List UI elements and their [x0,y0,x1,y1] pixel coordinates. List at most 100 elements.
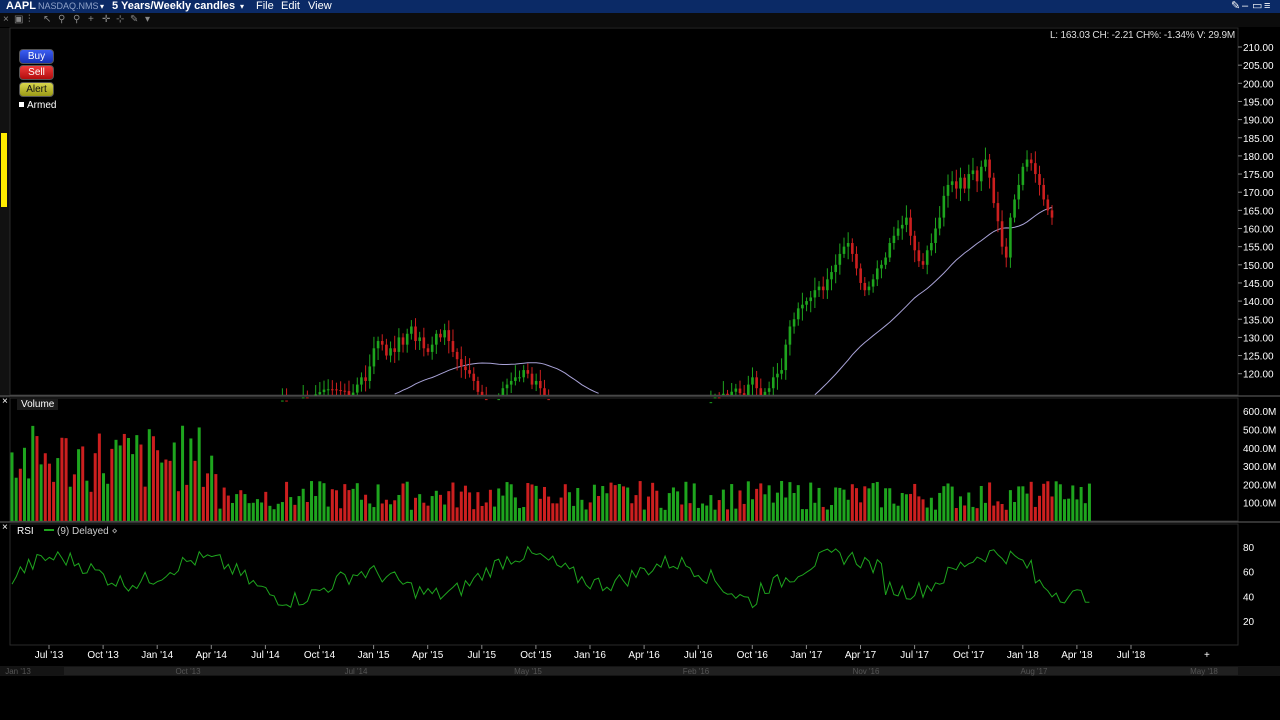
candle-body [418,337,421,342]
volume-bar [397,494,401,521]
candle [742,385,746,395]
volume-bar [347,490,351,521]
x-tick-label: Apr '15 [412,650,444,661]
candle-body [851,243,854,254]
candle [497,393,501,401]
candle-body [347,391,351,395]
candle [796,302,800,326]
alert-button[interactable]: Alert [19,82,54,97]
volume-bar [746,481,750,521]
close-icon[interactable]: × [2,522,8,533]
volume-bar [52,481,56,521]
candle-body [414,326,417,342]
candle-body [984,159,987,167]
volume-bar [135,435,139,521]
candle-body [281,400,284,402]
candle-body [846,243,850,247]
candle [331,380,334,395]
volume-bar [422,502,426,521]
candle-body [422,337,426,349]
rsi-settings-label[interactable]: (9) Delayed ⋄ [44,526,118,537]
sell-button[interactable]: Sell [19,65,54,80]
volume-bar [139,444,143,521]
candle-body [526,370,530,374]
volume-bar [322,483,326,521]
volume-bar [56,458,60,521]
candle [821,276,825,299]
x-tick-label: Jan '17 [790,650,822,661]
armed-label: Armed [27,100,57,111]
volume-bar [871,483,875,521]
volume-bar [813,502,817,521]
volume-bar [626,487,630,521]
volume-bar [97,433,101,521]
candle-body [301,397,305,399]
rsi-tick-label: 20 [1243,617,1255,628]
volume-bar [1071,485,1075,521]
candle [722,381,725,395]
candle-body [443,330,446,338]
volume-bar [967,492,971,521]
volume-bar [534,485,538,521]
candle [339,381,342,395]
candle-body [801,304,804,309]
candle [900,215,904,240]
armed-checkbox[interactable]: Armed [19,100,56,111]
candle [851,238,854,262]
candle [921,253,925,270]
volume-bar [817,487,821,521]
candle-body [709,402,713,404]
volume-bar [671,487,675,521]
candle [996,191,1000,233]
volume-bar [792,492,796,521]
volume-bar [651,482,655,521]
volume-bar [35,436,39,521]
volume-bar [592,484,596,521]
candle [405,328,409,353]
close-icon[interactable]: × [2,396,8,407]
volume-bar [247,503,251,521]
volume-bar [942,486,946,521]
volume-bar [684,481,688,521]
candle-body [930,243,933,251]
volume-bar [738,490,742,521]
candle-body [514,377,517,381]
volume-bar [380,503,384,521]
candle [975,166,979,193]
rsi-line [11,545,1090,609]
candle-body [322,389,326,393]
volume-bar [584,509,588,521]
volume-bar [447,491,451,521]
candle-body [875,268,879,280]
candle-body [455,351,459,360]
candle [946,174,950,208]
candle [1038,165,1041,196]
candle-body [1038,174,1041,185]
candle [988,153,991,189]
volume-bar [863,486,867,521]
checkbox-icon[interactable] [19,102,24,107]
candle [726,389,729,395]
volume-bar [775,492,779,521]
volume-bar [509,484,513,521]
candle [842,237,846,258]
candle [801,292,804,321]
volume-bar [917,496,921,521]
buy-button[interactable]: Buy [19,49,54,64]
candle-body [1050,210,1054,218]
volume-bar [122,433,126,521]
settings-icon[interactable]: ⋄ [111,526,117,537]
volume-bar [913,483,917,521]
candle [472,367,476,391]
volume-bar [343,484,347,521]
candle [830,265,833,291]
candle [376,336,380,360]
volume-bar [547,496,551,521]
volume-bar [696,507,700,521]
price-tick-label: 165.00 [1243,206,1274,217]
candle [505,378,509,395]
candle-body [763,391,767,395]
volume-bar [235,494,239,521]
volume-bar [81,446,85,521]
candle-body [921,261,925,265]
